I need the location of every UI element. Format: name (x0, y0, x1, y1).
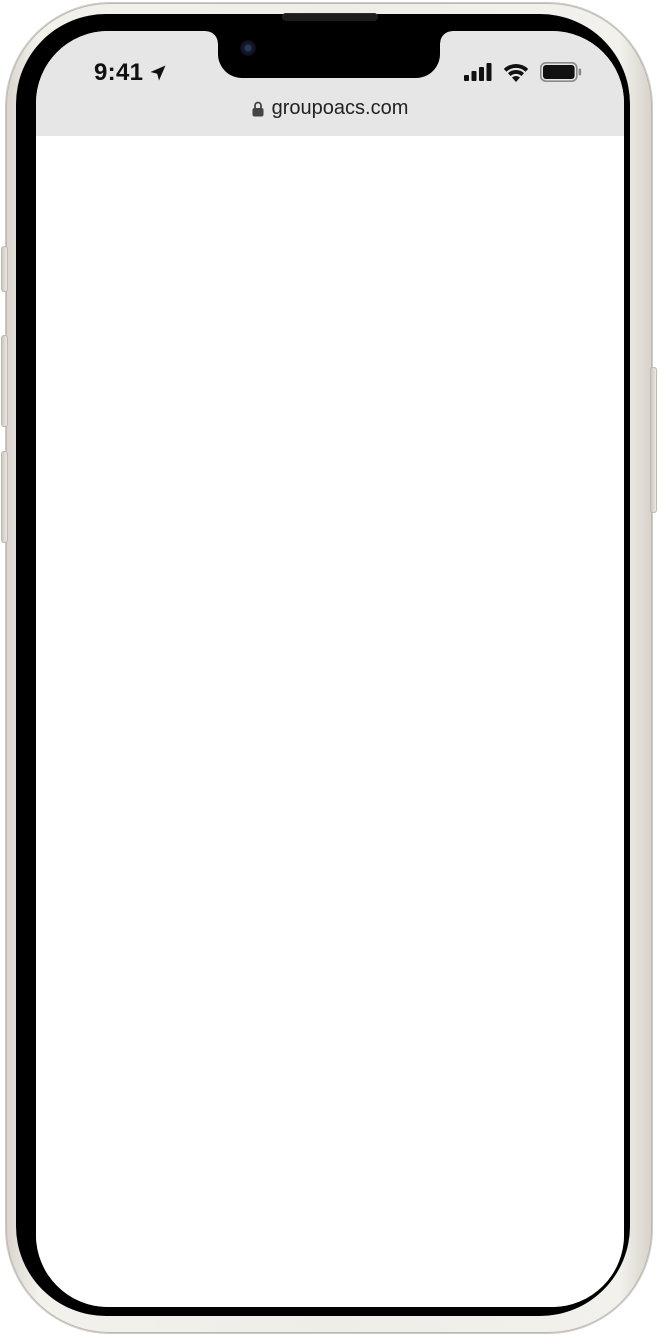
silent-switch (1, 246, 8, 292)
url-text: groupoacs.com (271, 97, 409, 119)
power-button (650, 367, 657, 513)
battery-icon (540, 62, 582, 82)
volume-down-button (1, 451, 8, 543)
browser-chrome: 9:41 groupoacs.com (36, 31, 624, 136)
volume-up-button (1, 335, 8, 427)
location-arrow-icon (150, 65, 166, 81)
notch (206, 31, 452, 78)
wifi-icon (503, 63, 529, 82)
url-bar[interactable]: groupoacs.com (36, 97, 624, 120)
status-time-label: 9:41 (94, 59, 144, 86)
cellular-signal-icon (464, 63, 492, 81)
page-content (36, 136, 624, 1307)
earpiece-speaker (282, 13, 378, 21)
screen: 9:41 groupoacs.com (36, 31, 624, 1307)
status-time: 9:41 (94, 59, 167, 87)
lock-icon (252, 101, 264, 116)
front-camera (240, 40, 256, 56)
status-indicators (464, 62, 582, 82)
